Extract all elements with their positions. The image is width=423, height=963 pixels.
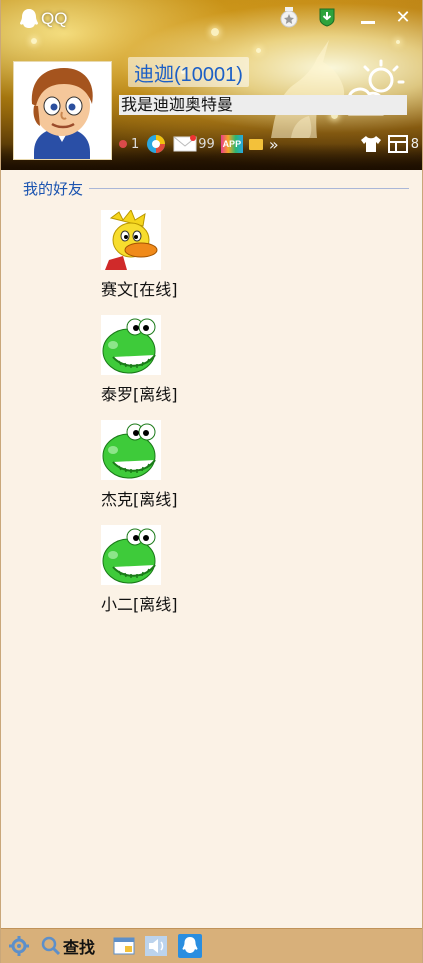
friend-item[interactable]: 杰克[离线] [101,420,221,516]
friend-group-header[interactable]: 我的好友 [23,178,409,198]
group-title: 我的好友 [23,179,84,198]
mail-icon [173,135,197,152]
app-manager-button[interactable] [111,933,137,959]
app-box-count: 8 [410,136,419,152]
friend-name: 赛文[在线] [101,280,178,299]
gear-icon [9,936,29,956]
mail-button[interactable]: 99 [173,135,215,153]
nickname: 迪迦(10001) [134,63,243,86]
group-divider [89,187,409,189]
speaker-icon [145,936,168,956]
level-indicator[interactable]: 1 [119,137,139,152]
bottom-toolbar: 查找 [1,928,422,963]
qq-penguin-icon [178,934,203,958]
minimize-icon [361,20,375,24]
mail-count: 99 [198,136,215,152]
qq-main-window: QQ ✕ 迪迦(10001) 我是迪迦奥特曼 1 99 APP » 8 我的好友… [0,0,423,963]
friend-name: 小二[离线] [101,595,178,614]
shield-icon [319,8,335,27]
settings-button[interactable] [7,933,31,959]
qq-logo: QQ [19,8,67,30]
level-icon [119,140,127,148]
level-count: 1 [131,136,140,152]
medal-icon [280,7,298,28]
friend-name: 杰克[离线] [101,490,178,509]
friend-item[interactable]: 泰罗[离线] [101,315,221,411]
frog-avatar-icon [101,525,161,585]
tshirt-icon [360,136,381,152]
app-name: QQ [41,9,68,28]
find-button[interactable]: 查找 [41,933,95,959]
app-button[interactable]: APP [220,135,243,153]
security-button[interactable] [316,6,338,28]
find-label: 查找 [63,938,96,957]
browser-icon [147,135,166,153]
cartoon-boy-avatar-icon [14,62,111,159]
app-box-icon [387,135,408,153]
nickname-box[interactable]: 迪迦(10001) [128,57,249,87]
close-button[interactable]: ✕ [392,6,414,28]
minimize-button[interactable] [357,6,379,28]
app-icon: APP [220,135,243,153]
more-button[interactable]: » [269,135,279,154]
search-icon [41,936,61,956]
frog-avatar-icon [101,420,161,480]
browser-button[interactable] [145,133,167,155]
duck-avatar-icon [101,209,161,270]
friend-item[interactable]: 赛文[在线] [101,209,221,306]
skin-button[interactable] [360,135,382,153]
profile-status-row: 1 99 APP » 8 [119,132,419,156]
medal-button[interactable] [278,6,300,28]
app-manager-icon [113,937,135,955]
frog-avatar-icon [101,315,161,375]
folder-button[interactable] [248,138,263,150]
qq-penguin-icon [20,9,38,28]
skin-header: QQ ✕ 迪迦(10001) 我是迪迦奥特曼 1 99 APP » 8 [1,0,422,170]
more-icon: » [268,134,279,154]
sound-button[interactable] [143,933,169,959]
signature-field[interactable]: 我是迪迦奥特曼 [119,95,407,115]
user-avatar[interactable] [13,61,112,160]
friend-item[interactable]: 小二[离线] [101,525,221,621]
close-icon: ✕ [395,6,411,28]
title-bar[interactable]: QQ ✕ [1,0,422,36]
friend-name: 泰罗[离线] [101,385,178,404]
app-box-button[interactable]: 8 [387,135,419,153]
qq-status-button[interactable] [177,933,203,959]
folder-icon [248,138,263,150]
